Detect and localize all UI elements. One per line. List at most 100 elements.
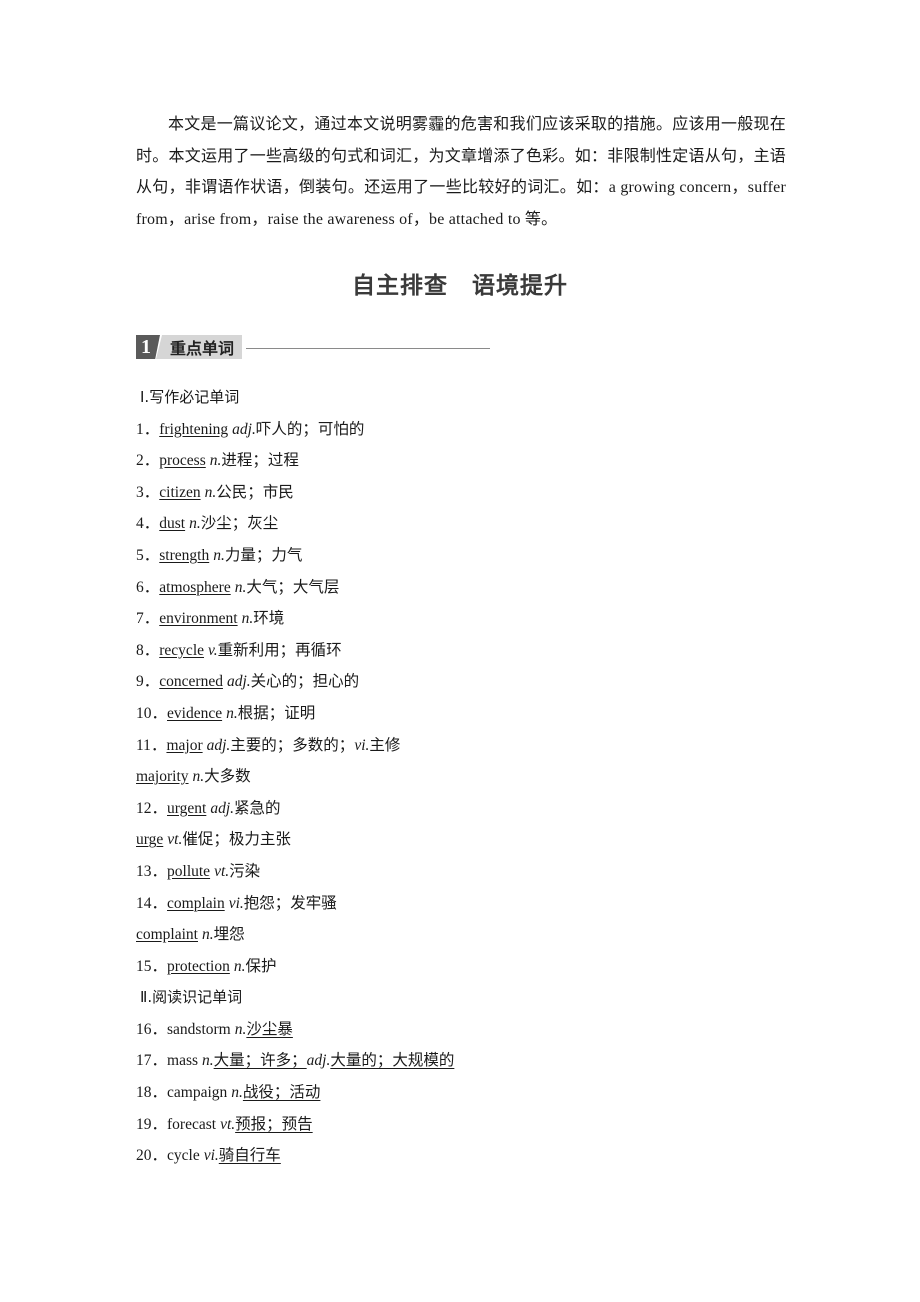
item-number: 5 [136, 540, 159, 572]
vocab-word: mass [167, 1052, 199, 1070]
vocab-meaning: 战役；活动 [242, 1084, 321, 1102]
item-number: 1 [136, 414, 159, 446]
item-number: 20 [136, 1140, 167, 1172]
vocab-meaning: 抱怨；发牢骚 [243, 894, 337, 912]
vocab-meaning: 预报；预告 [235, 1115, 313, 1133]
vocab-word: pollute [167, 862, 211, 880]
item-number: 9 [136, 666, 159, 698]
part-of-speech: n. [209, 452, 222, 470]
vocab-meaning: 大量；许多； [213, 1052, 307, 1070]
part-of-speech: vt. [167, 831, 183, 849]
vocab-item: 8recyclev.重新利用；再循环 [136, 635, 796, 667]
vocab-word: concerned [159, 673, 223, 691]
document-page: 本文是一篇议论文，通过本文说明雾霾的危害和我们应该采取的措施。应该用一般现在时。… [0, 0, 920, 1302]
vocab-word: urgent [167, 799, 207, 817]
vocab-item: 1frighteningadj.吓人的；可怕的 [136, 414, 796, 446]
vocab-word: sandstorm [167, 1020, 231, 1038]
item-number: 7 [136, 603, 159, 635]
vocab-meaning: 埋怨 [213, 926, 245, 944]
part-of-speech: vt. [220, 1115, 236, 1133]
vocab-item: majority n.大多数 [136, 761, 796, 793]
item-number: 10 [136, 698, 167, 730]
item-number: 3 [136, 477, 159, 509]
item-number: 6 [136, 572, 159, 604]
page-title: 自主排查 语境提升 [352, 273, 568, 299]
item-number: 17 [136, 1045, 167, 1077]
section-header: 1 重点单词 [136, 335, 491, 359]
part-of-speech: n. [192, 768, 205, 786]
vocab-meaning: 重新利用；再循环 [217, 641, 342, 659]
part-of-speech: n. [226, 704, 238, 722]
vocab-meaning: 催促；极力主张 [182, 831, 291, 849]
vocab-word: dust [159, 515, 186, 533]
vocab-item: urge vt.催促；极力主张 [136, 824, 796, 856]
vocab-word: urge [136, 831, 164, 849]
item-number: 14 [136, 888, 167, 920]
vocab-meaning: 污染 [229, 862, 261, 880]
part-of-speech: vi. [228, 894, 244, 912]
part-of-speech: adj. [206, 736, 231, 754]
vocab-word: atmosphere [159, 578, 231, 596]
vocab-item: 4dustn.沙尘；灰尘 [136, 508, 796, 540]
vocab-item: 14complainvi.抱怨；发牢骚 [136, 888, 796, 920]
vocab-meaning: 吓人的；可怕的 [255, 420, 365, 438]
part-of-speech: vi. [354, 736, 370, 754]
vocab-item: 15protectionn.保护 [136, 951, 796, 983]
item-number: 2 [136, 445, 159, 477]
item-number: 16 [136, 1014, 167, 1046]
part-of-speech: vi. [203, 1147, 219, 1165]
part-of-speech: n. [234, 578, 247, 596]
writing-vocab-heading: Ⅰ.写作必记单词 [140, 388, 240, 406]
vocab-word: protection [167, 957, 230, 975]
section-divider [246, 347, 491, 349]
vocab-meaning: 大气；大气层 [246, 578, 340, 596]
part-of-speech: n. [213, 546, 225, 564]
vocab-item: 18campaignn.战役；活动 [136, 1077, 796, 1109]
vocab-word: environment [159, 610, 238, 628]
vocab-item: 17massn.大量；许多；adj.大量的；大规模的 [136, 1045, 796, 1077]
part-of-speech: v. [208, 641, 218, 659]
vocab-item: 10evidencen.根据；证明 [136, 698, 796, 730]
vocab-item: 9concernedadj.关心的；担心的 [136, 666, 796, 698]
vocab-word: complaint [136, 926, 198, 944]
vocab-word: complain [167, 894, 225, 912]
vocab-word: recycle [159, 641, 205, 659]
vocab-meaning: 关心的；担心的 [250, 673, 360, 691]
vocab-item: complaint n.埋怨 [136, 919, 796, 951]
part-of-speech: n. [202, 1052, 214, 1070]
vocab-meaning: 大多数 [204, 768, 251, 786]
vocab-word: strength [159, 546, 210, 564]
vocab-meaning: 主修 [369, 736, 401, 754]
vocab-word: major [166, 736, 203, 754]
vocab-meaning: 紧急的 [234, 799, 281, 817]
part-of-speech: n. [234, 1020, 247, 1038]
vocab-word: forecast [167, 1115, 217, 1133]
part-of-speech: n. [231, 1084, 243, 1102]
part-of-speech: adj. [226, 673, 251, 691]
section-number-badge: 1 [136, 335, 160, 359]
writing-vocab-list: 1frighteningadj.吓人的；可怕的2processn.进程；过程3c… [136, 414, 796, 983]
item-number: 18 [136, 1077, 167, 1109]
vocab-word: citizen [159, 483, 201, 501]
vocab-word: campaign [167, 1084, 228, 1102]
vocab-meaning: 大量的；大规模的 [330, 1052, 455, 1070]
item-number: 8 [136, 635, 159, 667]
vocab-meaning: 沙尘；灰尘 [200, 515, 279, 533]
vocab-meaning: 保护 [245, 957, 277, 975]
vocab-list: Ⅰ.写作必记单词 1frighteningadj.吓人的；可怕的2process… [136, 382, 796, 1172]
section-label: 重点单词 [156, 335, 243, 359]
part-of-speech: n. [189, 515, 201, 533]
part-of-speech: n. [233, 957, 246, 975]
reading-vocab-heading: Ⅱ.阅读识记单词 [140, 988, 243, 1007]
item-number: 4 [136, 508, 159, 540]
vocab-item: 5strengthn.力量；力气 [136, 540, 796, 572]
vocab-item: 19forecastvt.预报；预告 [136, 1109, 796, 1141]
part-of-speech: adj. [232, 420, 256, 438]
vocab-meaning: 进程；过程 [221, 452, 299, 470]
vocab-meaning: 沙尘暴 [246, 1020, 293, 1038]
vocab-meaning: 环境 [253, 610, 285, 628]
part-of-speech: n. [241, 610, 254, 628]
item-number: 12 [136, 793, 167, 825]
item-number: 15 [136, 951, 167, 983]
vocab-word: majority [136, 768, 189, 786]
